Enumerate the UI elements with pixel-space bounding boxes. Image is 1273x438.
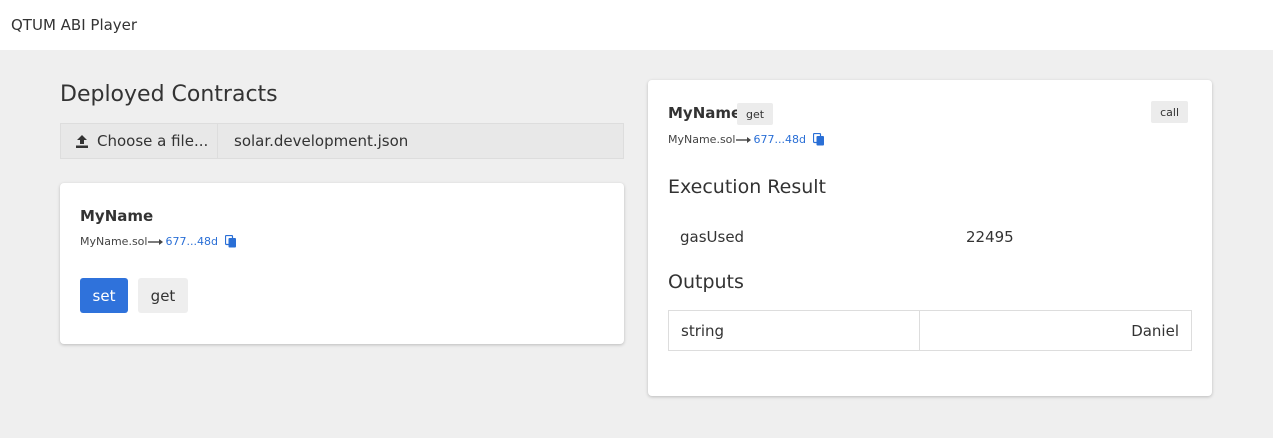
outputs-table: string Daniel — [668, 310, 1192, 351]
outputs-title: Outputs — [668, 271, 744, 293]
set-method-button[interactable]: set — [80, 278, 128, 313]
choose-file-button[interactable]: Choose a file... — [61, 124, 218, 158]
long-arrow-right-icon — [736, 136, 752, 143]
call-contract-source: MyName.sol — [668, 133, 736, 146]
execution-value: 22495 — [966, 228, 1014, 246]
call-contract-address-link[interactable]: 677...48d — [753, 133, 805, 146]
main-content: Deployed Contracts Choose a file... sola… — [0, 50, 1273, 438]
call-result-card: MyName get call MyName.sol 677...48d Exe… — [648, 80, 1212, 396]
call-contract-name: MyName — [668, 104, 742, 122]
execution-row: gasUsed 22495 — [668, 222, 1192, 252]
upload-icon — [76, 134, 88, 148]
long-arrow-right-icon — [148, 238, 164, 245]
call-tag: call — [1151, 101, 1188, 123]
output-type: string — [669, 311, 920, 350]
file-picker[interactable]: Choose a file... solar.development.json — [60, 123, 624, 159]
get-method-button[interactable]: get — [138, 278, 188, 313]
output-value: Daniel — [1131, 321, 1179, 340]
app-title[interactable]: QTUM ABI Player — [11, 16, 137, 34]
call-contract-meta: MyName.sol 677...48d — [668, 133, 825, 146]
execution-result-title: Execution Result — [668, 176, 826, 198]
deployed-contracts-title: Deployed Contracts — [60, 82, 278, 107]
contract-meta: MyName.sol 677...48d — [80, 235, 237, 248]
contract-card: MyName MyName.sol 677...48d set get — [60, 183, 624, 344]
execution-key: gasUsed — [680, 228, 745, 246]
copy-icon[interactable] — [812, 133, 825, 146]
contract-address-link[interactable]: 677...48d — [165, 235, 217, 248]
selected-file-name: solar.development.json — [234, 132, 409, 150]
contract-name: MyName — [80, 207, 154, 225]
method-tag: get — [737, 103, 774, 125]
copy-icon[interactable] — [224, 235, 237, 248]
choose-file-label: Choose a file... — [97, 132, 209, 150]
top-navbar: QTUM ABI Player — [0, 0, 1273, 50]
contract-source: MyName.sol — [80, 235, 148, 248]
